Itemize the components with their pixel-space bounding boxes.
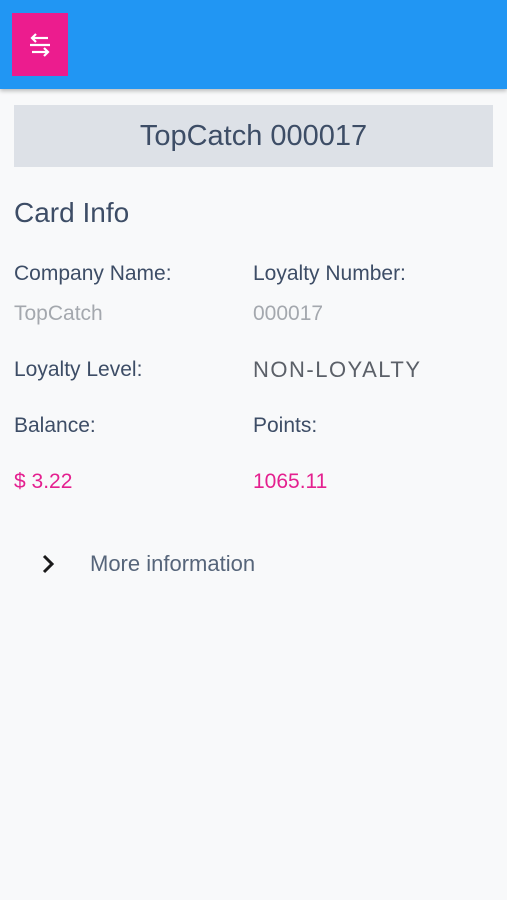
section-title: Card Info — [14, 197, 130, 228]
loyalty-level-value: NON-LOYALTY — [253, 357, 422, 382]
balance-value: $ 3.22 — [14, 470, 73, 493]
balance-label: Balance: — [14, 414, 96, 437]
more-information-row[interactable]: More information — [30, 540, 330, 588]
chevron-right-icon — [30, 540, 66, 588]
app-bar — [0, 0, 507, 89]
more-information-label: More information — [90, 551, 256, 576]
loyalty-level-label: Loyalty Level: — [14, 358, 143, 381]
company-name-label: Company Name: — [14, 262, 172, 285]
loyalty-number-label: Loyalty Number: — [253, 262, 406, 285]
points-label: Points: — [253, 414, 318, 437]
menu-button[interactable] — [12, 13, 68, 76]
card-title: TopCatch 000017 — [139, 119, 368, 152]
loyalty-number-value: 000017 — [253, 302, 324, 325]
points-value: 1065.11 — [253, 470, 328, 493]
menu-toggle-icon — [30, 32, 50, 57]
company-name-value: TopCatch — [14, 302, 103, 325]
card-title-banner: TopCatch 000017 — [14, 105, 493, 167]
